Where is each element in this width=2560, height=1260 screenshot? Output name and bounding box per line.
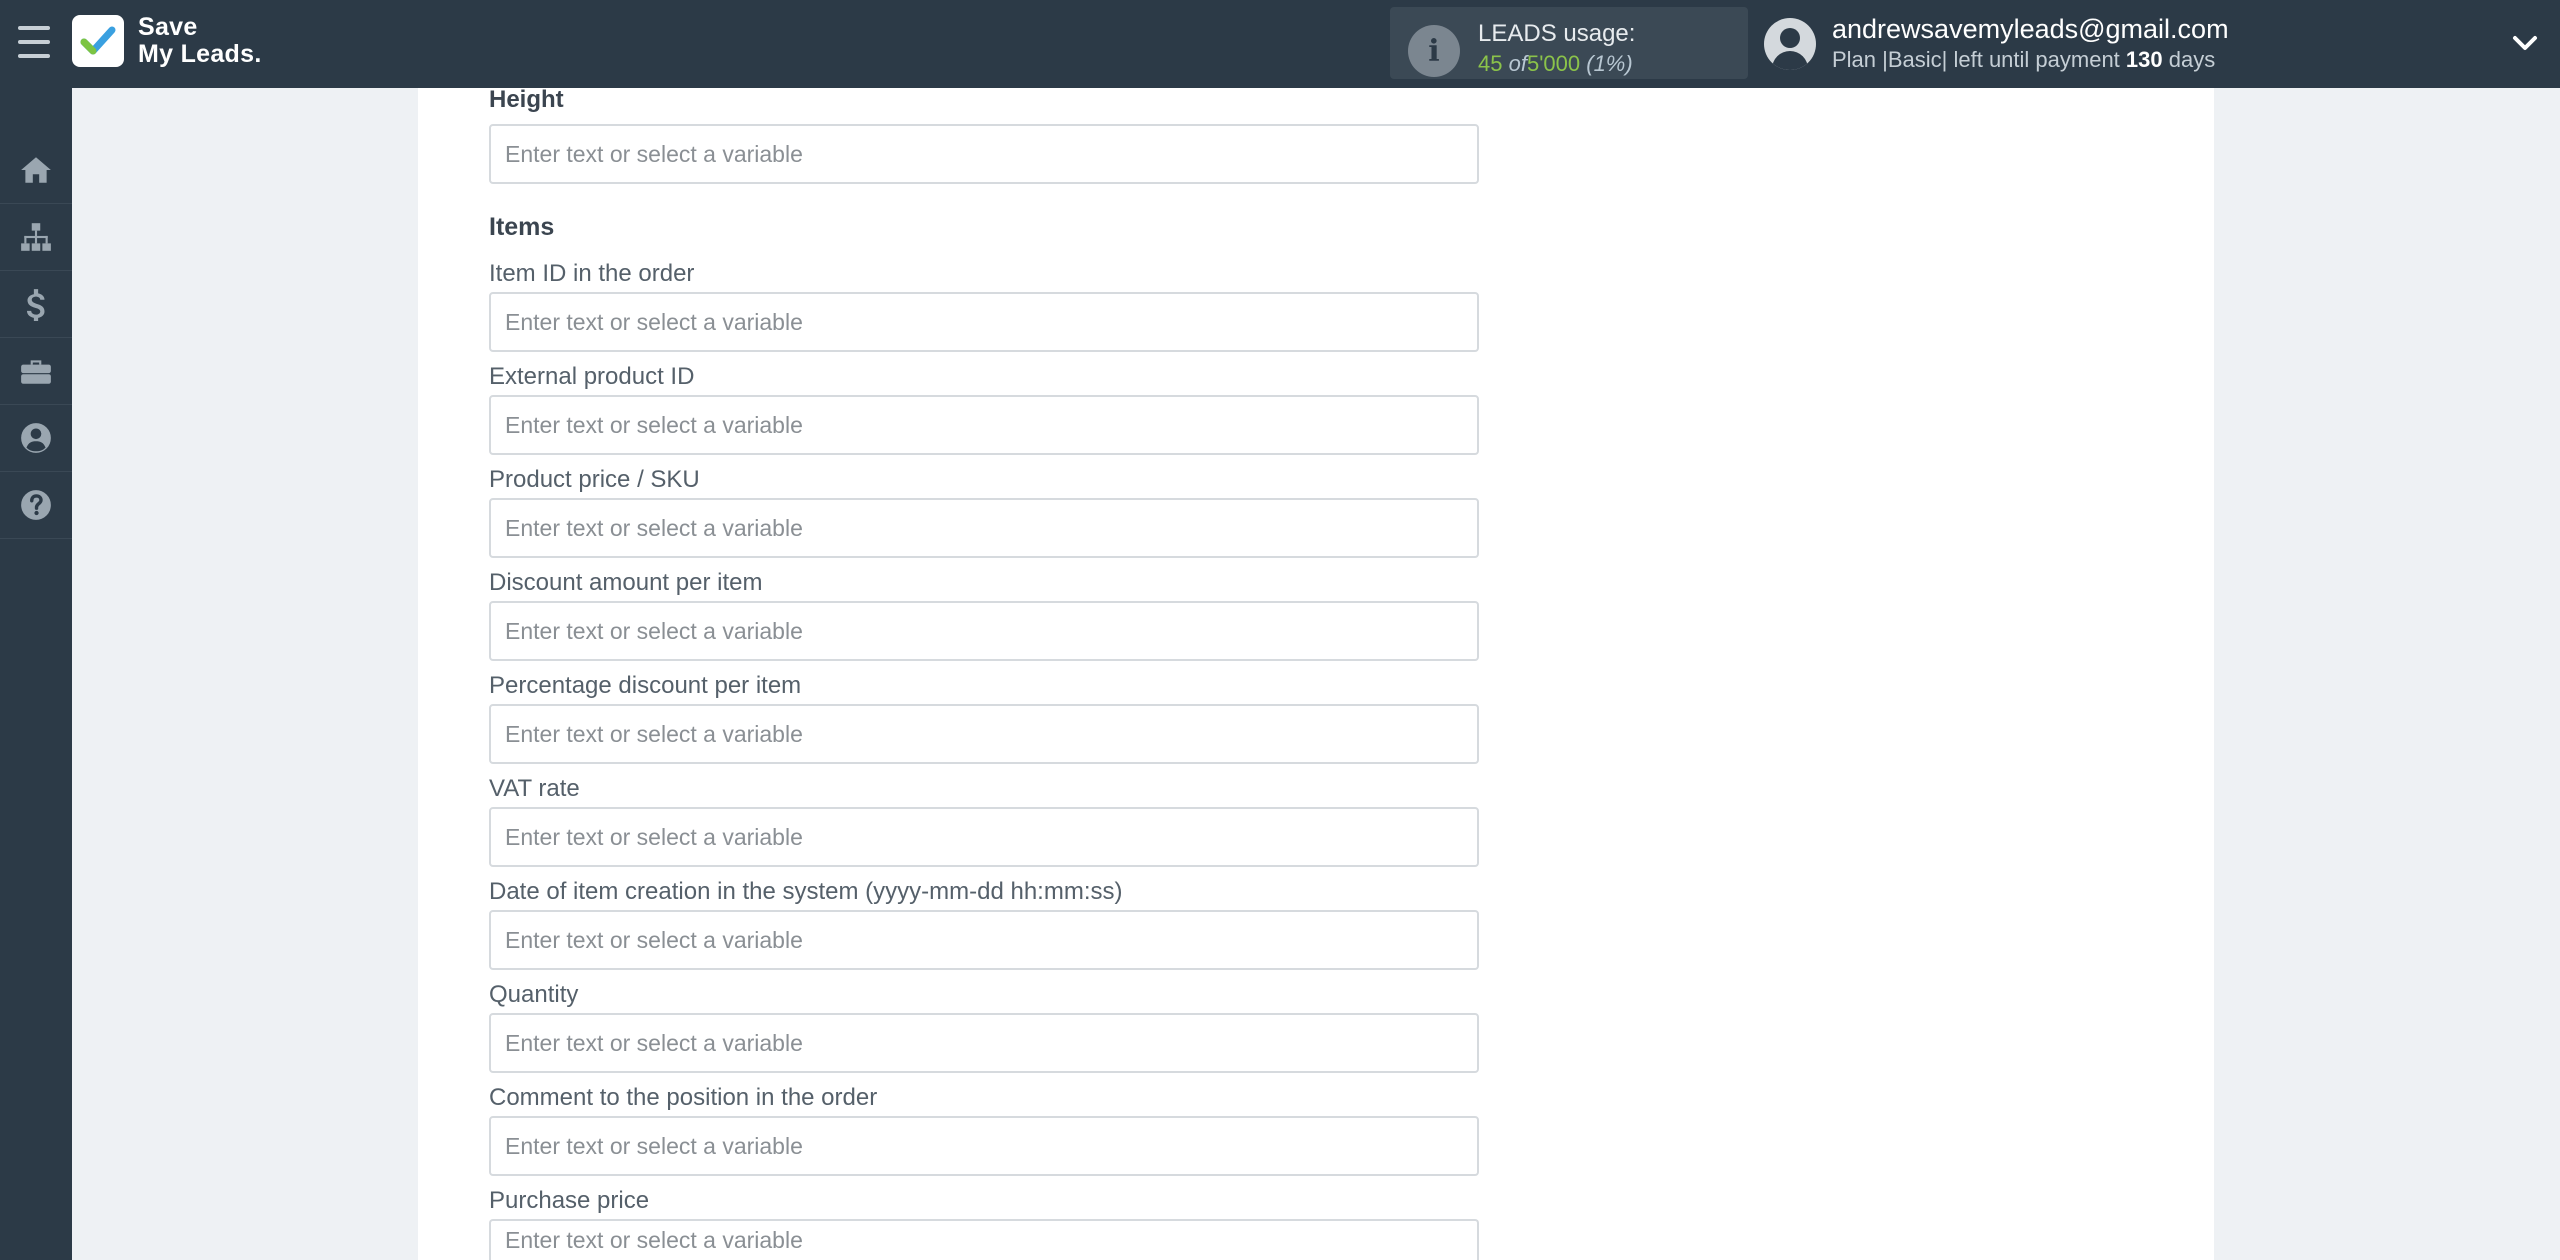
- usage-of: of: [1508, 51, 1527, 76]
- usage-used: 45: [1478, 51, 1503, 76]
- top-bar: Save My Leads. i LEADS usage: 45 of5'000…: [0, 0, 2560, 88]
- usage-total: 5'000: [1526, 51, 1581, 76]
- purchase-price-input[interactable]: [489, 1219, 1479, 1260]
- logo-line2: My Leads.: [138, 40, 262, 68]
- chevron-down-icon[interactable]: [2510, 28, 2540, 58]
- avatar[interactable]: [1764, 18, 1816, 70]
- items-section-title: Items: [489, 213, 555, 241]
- menu-icon[interactable]: [18, 26, 50, 58]
- info-icon: i: [1408, 25, 1460, 77]
- field-label: Date of item creation in the system (yyy…: [489, 878, 1123, 905]
- usage-percent: (1%): [1586, 51, 1633, 76]
- vat-rate-input[interactable]: [489, 807, 1479, 867]
- logo[interactable]: Save My Leads.: [72, 14, 262, 68]
- briefcase-icon[interactable]: [0, 338, 72, 405]
- sidebar: [0, 88, 72, 1260]
- usage-title: LEADS usage:: [1478, 20, 1636, 47]
- plan-days-suffix: days: [2168, 47, 2216, 72]
- plan-text: Plan |Basic| left until payment: [1832, 47, 2120, 72]
- plan-days: 130: [2125, 47, 2163, 72]
- field-label: Product price / SKU: [489, 466, 700, 493]
- dollar-icon[interactable]: [0, 271, 72, 338]
- logo-text: Save My Leads.: [138, 14, 262, 68]
- height-input[interactable]: [489, 124, 1479, 184]
- user-circle-icon[interactable]: [0, 405, 72, 472]
- account-email[interactable]: andrewsavemyleads@gmail.com: [1832, 14, 2229, 45]
- question-circle-icon[interactable]: [0, 472, 72, 539]
- field-label: Discount amount per item: [489, 569, 763, 596]
- sitemap-icon[interactable]: [0, 204, 72, 271]
- height-label: Height: [489, 86, 564, 113]
- product-price-sku-input[interactable]: [489, 498, 1479, 558]
- leads-usage-panel: i LEADS usage: 45 of5'000 (1%): [1390, 7, 1748, 79]
- field-label: VAT rate: [489, 775, 580, 802]
- logo-line1: Save: [138, 13, 198, 41]
- field-label: Percentage discount per item: [489, 672, 802, 699]
- field-label: Purchase price: [489, 1187, 650, 1214]
- item-creation-date-input[interactable]: [489, 910, 1479, 970]
- percentage-discount-input[interactable]: [489, 704, 1479, 764]
- logo-check-icon: [72, 15, 124, 67]
- field-label: Comment to the position in the order: [489, 1084, 878, 1111]
- discount-amount-input[interactable]: [489, 601, 1479, 661]
- field-label: Item ID in the order: [489, 260, 695, 287]
- external-product-id-input[interactable]: [489, 395, 1479, 455]
- item-id-input[interactable]: [489, 292, 1479, 352]
- usage-stats: 45 of5'000 (1%): [1478, 51, 1633, 77]
- quantity-input[interactable]: [489, 1013, 1479, 1073]
- field-label: Quantity: [489, 981, 579, 1008]
- home-icon[interactable]: [0, 137, 72, 204]
- plan-info: Plan |Basic| left until payment 130 days: [1832, 47, 2215, 73]
- field-label: External product ID: [489, 363, 695, 390]
- position-comment-input[interactable]: [489, 1116, 1479, 1176]
